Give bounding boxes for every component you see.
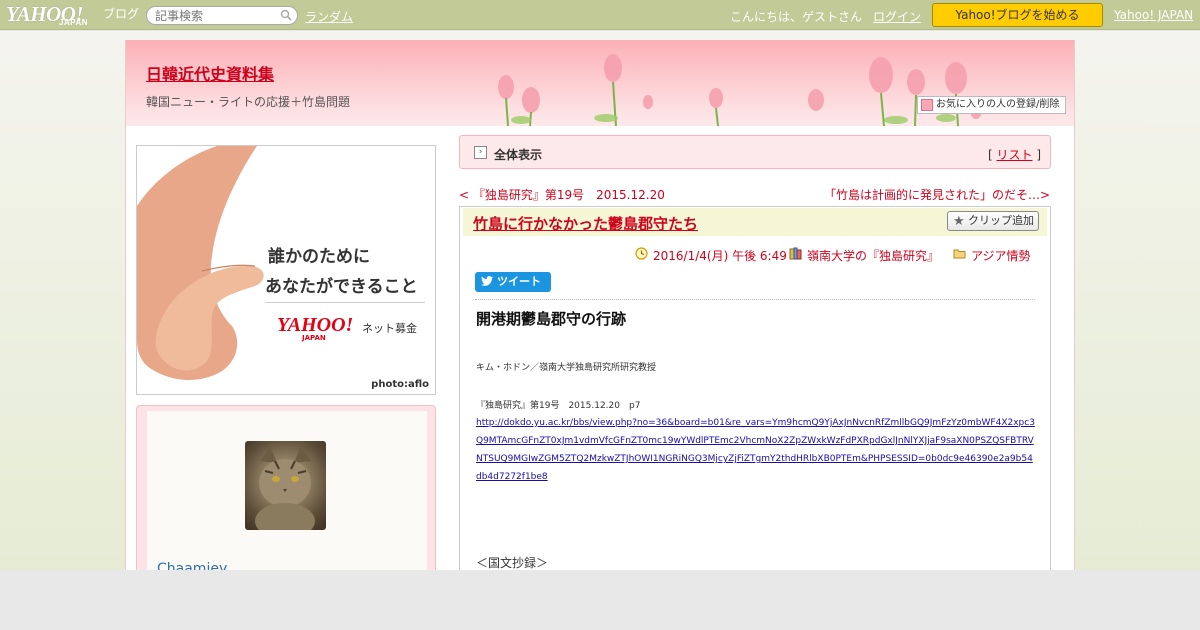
profile-inner: Chaamiey xyxy=(147,411,427,581)
profile-box: Chaamiey xyxy=(136,405,436,585)
article-header: 竹島に行かなかった鬱島郡守たち ★ クリップ追加 xyxy=(463,208,1047,236)
blog-header: 日韓近代史資料集 韓国ニュー・ライトの応援＋竹島問題 お気に入りの人の登録/削除 xyxy=(126,40,1074,126)
article-subtitle: 開港期鬱島郡守の行跡 xyxy=(476,310,627,328)
random-link[interactable]: ランダム xyxy=(305,8,353,25)
cat-avatar-image xyxy=(255,446,315,530)
viewport-bottom-area xyxy=(0,570,1200,630)
list-bracket-close: ] xyxy=(1036,148,1041,162)
next-article-text[interactable]: 「竹島は計画的に発見された」のだそ…> xyxy=(824,188,1050,202)
banner-photo-credit: photo:aflo xyxy=(371,379,429,390)
banner-line-2: あなたができること xyxy=(265,277,418,297)
blog-title-link[interactable]: 日韓近代史資料集 xyxy=(146,61,274,85)
banner-line-1: 誰かのために xyxy=(268,247,370,267)
search-input[interactable] xyxy=(155,9,279,23)
favorite-register-button[interactable]: お気に入りの人の登録/削除 xyxy=(917,96,1066,114)
search-box xyxy=(146,6,298,25)
banner-divider xyxy=(265,302,425,303)
logo-japan-text: JAPAN xyxy=(59,18,89,27)
category-1-link[interactable]: 嶺南大学の『独島研究』 xyxy=(807,249,939,263)
clip-button-label: クリップ追加 xyxy=(968,214,1034,227)
category-2-link[interactable]: アジア情勢 xyxy=(971,249,1031,263)
yahoo-blog-logo[interactable]: YAHOO! JAPAN ブログ xyxy=(6,2,142,27)
article-title[interactable]: 竹島に行かなかった鬱島郡守たち xyxy=(473,213,698,234)
article-divider xyxy=(475,299,1035,300)
list-link[interactable]: リスト xyxy=(996,148,1032,162)
next-article-link[interactable]: 「竹島は計画的に発見された」のだそ…> xyxy=(824,186,1050,203)
greeting-text: こんにちは、ゲストさん xyxy=(730,10,863,24)
article-date-link[interactable]: 2016/1/4(月) 午後 6:49 xyxy=(653,249,787,263)
tweet-button-label: ツイート xyxy=(497,275,541,288)
avatar[interactable] xyxy=(245,441,326,530)
article-source: 『独島研究』第19号 2015.12.20 p7 xyxy=(476,401,641,411)
banner-japan-text: JAPAN xyxy=(302,334,326,342)
article-date: 2016/1/4(月) 午後 6:49 xyxy=(635,247,787,264)
search-icon[interactable] xyxy=(280,9,292,21)
book-icon xyxy=(789,247,802,260)
arrow-right-icon: › xyxy=(474,146,487,159)
blog-subtitle: 韓国ニュー・ライトの応援＋竹島問題 xyxy=(146,95,351,109)
blog-container: 日韓近代史資料集 韓国ニュー・ライトの応援＋竹島問題 お気に入りの人の登録/削除… xyxy=(125,40,1075,585)
article-category-2: アジア情勢 xyxy=(953,247,1031,264)
clock-icon xyxy=(635,247,648,260)
favorite-icon xyxy=(921,99,933,111)
all-view-bar: › 全体表示 [ リスト ] xyxy=(459,135,1051,169)
yahoo-topbar: YAHOO! JAPAN ブログ ランダム こんにちは、ゲストさん ログイン Y… xyxy=(0,0,1200,30)
article-category-1: 嶺南大学の『独島研究』 xyxy=(789,247,939,264)
logo-blog-text: ブログ xyxy=(103,7,140,21)
source-url-link[interactable]: http://dokdo.yu.ac.kr/bbs/view.php?no=36… xyxy=(476,414,1036,486)
folder-icon xyxy=(953,249,966,259)
article-author: キム・ホドン／嶺南大学独島研究所研究教授 xyxy=(476,363,657,373)
holding-hands-image xyxy=(137,146,264,381)
login-link[interactable]: ログイン xyxy=(873,8,921,25)
favorite-button-label: お気に入りの人の登録/削除 xyxy=(936,99,1060,110)
net-donation-banner[interactable]: 誰かのために あなたができること YAHOO! JAPAN ネット募金 phot… xyxy=(136,145,436,395)
tweet-button[interactable]: ツイート xyxy=(475,272,551,292)
prev-article-text[interactable]: < 『独島研究』第19号 2015.12.20 xyxy=(459,188,665,202)
article: 竹島に行かなかった鬱島郡守たち ★ クリップ追加 2016/1/4(月) 午後 … xyxy=(459,206,1051,570)
list-bracket-open: [ xyxy=(987,148,993,162)
all-view-label[interactable]: 全体表示 xyxy=(494,146,542,163)
star-icon: ★ xyxy=(953,214,965,229)
abstract-heading: ＜国文抄録＞ xyxy=(476,556,549,570)
yahoo-japan-link[interactable]: Yahoo! JAPAN xyxy=(1114,8,1193,22)
clip-add-button[interactable]: ★ クリップ追加 xyxy=(947,211,1039,231)
start-blog-button[interactable]: Yahoo!ブログを始める xyxy=(932,3,1103,27)
list-link-group: [ リスト ] xyxy=(988,146,1041,163)
prev-article-link[interactable]: < 『独島研究』第19号 2015.12.20 xyxy=(459,186,665,203)
banner-service-name: ネット募金 xyxy=(362,322,417,335)
twitter-bird-icon xyxy=(481,276,493,286)
